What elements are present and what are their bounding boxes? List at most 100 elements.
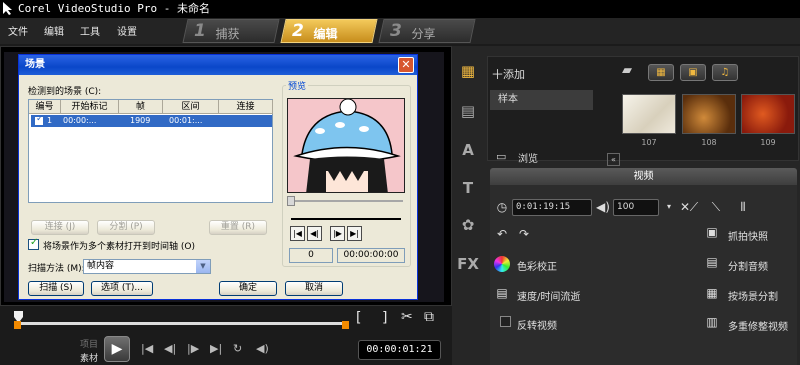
split-by-scene-icon: ▦ xyxy=(706,286,718,300)
column-header[interactable]: 区间 xyxy=(163,100,219,114)
chevron-down-icon[interactable]: ▼ xyxy=(196,260,210,273)
row-checkbox[interactable]: ✓ xyxy=(35,114,44,125)
speed-time-lapse-button[interactable]: 速度/时间流逝 xyxy=(517,288,580,303)
media-thumbnail[interactable] xyxy=(682,94,736,134)
play-button[interactable]: ▶ xyxy=(104,336,130,362)
options-tab-video[interactable]: 视频 xyxy=(490,168,797,185)
preview-slider-thumb[interactable] xyxy=(287,196,295,206)
column-header[interactable]: 开始标记 xyxy=(61,100,119,114)
options-button[interactable]: 选项 (T)... xyxy=(91,281,153,296)
home-icon[interactable]: |◀ xyxy=(141,342,153,355)
color-correction-button[interactable]: 色彩校正 xyxy=(517,258,557,273)
repeat-icon[interactable]: ↻ xyxy=(233,342,242,355)
rotate-left-icon[interactable]: ⫴ xyxy=(735,199,751,215)
split-button[interactable]: 分割 (P) xyxy=(97,220,155,235)
reverse-video-checkbox[interactable] xyxy=(500,316,511,327)
menu-bar: 文件 编辑 工具 设置 1 捕获 2 编辑 3 分享 xyxy=(0,18,800,44)
preview-range-bar xyxy=(291,218,401,220)
scene-dialog: 场景 ✕ 检测到的场景 (C): 编号 开始标记 帧 区间 连接 ✓ 1 00:… xyxy=(18,54,418,300)
volume-stepper-icon[interactable]: ▾ xyxy=(661,199,677,215)
trim-end-marker[interactable] xyxy=(342,321,349,329)
fade-in-icon[interactable]: ⟋ xyxy=(686,199,702,215)
browse-label[interactable]: 浏览 xyxy=(518,150,538,165)
enlarge-icon[interactable]: ⧉ xyxy=(424,309,434,325)
open-as-multiple-clips-checkbox[interactable]: ✓ xyxy=(28,237,39,250)
rotate-icon[interactable]: ↶ xyxy=(494,226,510,242)
media-thumbnail[interactable] xyxy=(622,94,676,134)
table-row[interactable]: ✓ 1 00:00:... 1909 00:01:... xyxy=(31,114,272,127)
menu-settings[interactable]: 设置 xyxy=(117,23,137,38)
volume-field[interactable]: 100 xyxy=(613,199,659,216)
split-audio-button[interactable]: 分割音频 xyxy=(728,258,768,273)
next-frame-icon[interactable]: |▶ xyxy=(330,226,345,241)
reset-button[interactable]: 重置 (R) xyxy=(209,220,267,235)
snapshot-button[interactable]: 抓拍快照 xyxy=(728,228,768,243)
end-icon[interactable]: ▶| xyxy=(210,342,222,355)
add-folder-label[interactable]: 添加 xyxy=(503,66,525,82)
join-button[interactable]: 连接 (J) xyxy=(31,220,89,235)
cut-icon[interactable]: ✂ xyxy=(401,309,413,325)
media-thumbnail[interactable] xyxy=(741,94,795,134)
column-header[interactable]: 帧 xyxy=(119,100,163,114)
close-icon[interactable]: ✕ xyxy=(398,57,414,73)
mark-out-icon[interactable]: ] xyxy=(382,310,387,326)
timecode-display[interactable]: 00:00:01:21 xyxy=(358,340,441,360)
scene-list[interactable]: 编号 开始标记 帧 区间 连接 ✓ 1 00:00:... 1909 00:01… xyxy=(28,99,273,203)
project-mode-label[interactable]: 项目 xyxy=(80,337,98,350)
trim-start-marker[interactable] xyxy=(14,321,21,329)
library-tabs: ▦ ▤ A T ✿ FX xyxy=(452,56,482,281)
multi-trim-button[interactable]: 多重修整视频 xyxy=(728,318,788,333)
graphic-tab-icon[interactable]: ✿ xyxy=(457,214,479,236)
dialog-title-bar: 场景 ✕ xyxy=(19,55,417,75)
photo-filter-icon[interactable]: ▣ xyxy=(680,64,706,81)
scan-method-select[interactable]: 帧内容 ▼ xyxy=(83,259,211,274)
dialog-title: 场景 xyxy=(25,59,45,70)
preview-slider-track[interactable] xyxy=(291,200,403,202)
scan-button[interactable]: 扫描 (S) xyxy=(28,281,84,296)
title-overlay-tab-icon[interactable]: A xyxy=(457,139,479,161)
previous-frame-icon[interactable]: ◀| xyxy=(164,342,176,355)
audio-filter-icon[interactable]: ♫ xyxy=(712,64,738,81)
library-folder-item[interactable]: 样本 xyxy=(490,90,593,110)
filter-tab-icon[interactable]: FX xyxy=(457,253,479,275)
detected-scenes-label: 检测到的场景 (C): xyxy=(28,87,102,97)
scene-index: 1 xyxy=(47,116,53,125)
media-tab-icon[interactable]: ▦ xyxy=(457,60,479,82)
rotate-right-icon[interactable]: ↷ xyxy=(516,226,532,242)
browse-icon[interactable]: ▭ xyxy=(496,150,506,163)
preview-frame-box: 0 xyxy=(289,248,333,263)
video-filter-icon[interactable]: ▦ xyxy=(648,64,674,81)
split-by-scene-button[interactable]: 按场景分割 xyxy=(728,288,778,303)
cancel-button[interactable]: 取消 xyxy=(285,281,343,296)
clip-mode-label[interactable]: 素材 xyxy=(80,351,98,364)
mark-in-icon[interactable]: [ xyxy=(356,310,361,326)
fade-out-icon[interactable]: ⟍ xyxy=(708,199,724,215)
menu-edit[interactable]: 编辑 xyxy=(44,23,64,38)
volume-icon[interactable]: ◀) xyxy=(256,342,269,355)
column-header[interactable]: 连接 xyxy=(219,100,273,114)
menu-file[interactable]: 文件 xyxy=(8,23,28,38)
thumbnail-label: 107 xyxy=(641,138,657,147)
go-to-start-icon[interactable]: |◀ xyxy=(290,226,305,241)
color-correction-icon xyxy=(494,256,510,272)
app-icon xyxy=(3,2,12,15)
timeline-track[interactable] xyxy=(18,322,348,325)
scene-duration: 00:01:... xyxy=(169,116,203,125)
preview-label: 预览 xyxy=(286,79,309,92)
folder-icon[interactable]: ▰ xyxy=(622,63,632,78)
preview-image xyxy=(287,98,405,193)
ok-button[interactable]: 确定 xyxy=(219,281,277,296)
column-header[interactable]: 编号 xyxy=(29,100,61,114)
title-tab-icon[interactable]: T xyxy=(457,177,479,199)
timeline-scrubber[interactable]: [ ] ✂ ⧉ xyxy=(4,306,448,329)
previous-frame-icon[interactable]: ◀| xyxy=(307,226,322,241)
duration-field[interactable]: 0:01:19:15 xyxy=(512,199,592,216)
go-to-end-icon[interactable]: ▶| xyxy=(347,226,362,241)
next-frame-icon[interactable]: |▶ xyxy=(187,342,199,355)
step-edit-tab[interactable]: 2 编辑 xyxy=(280,19,378,43)
step-capture-tab[interactable]: 1 捕获 xyxy=(182,19,280,43)
menu-tools[interactable]: 工具 xyxy=(80,23,100,38)
step-share-tab[interactable]: 3 分享 xyxy=(378,19,476,43)
collapse-icon[interactable]: « xyxy=(607,153,620,166)
transition-tab-icon[interactable]: ▤ xyxy=(457,100,479,122)
